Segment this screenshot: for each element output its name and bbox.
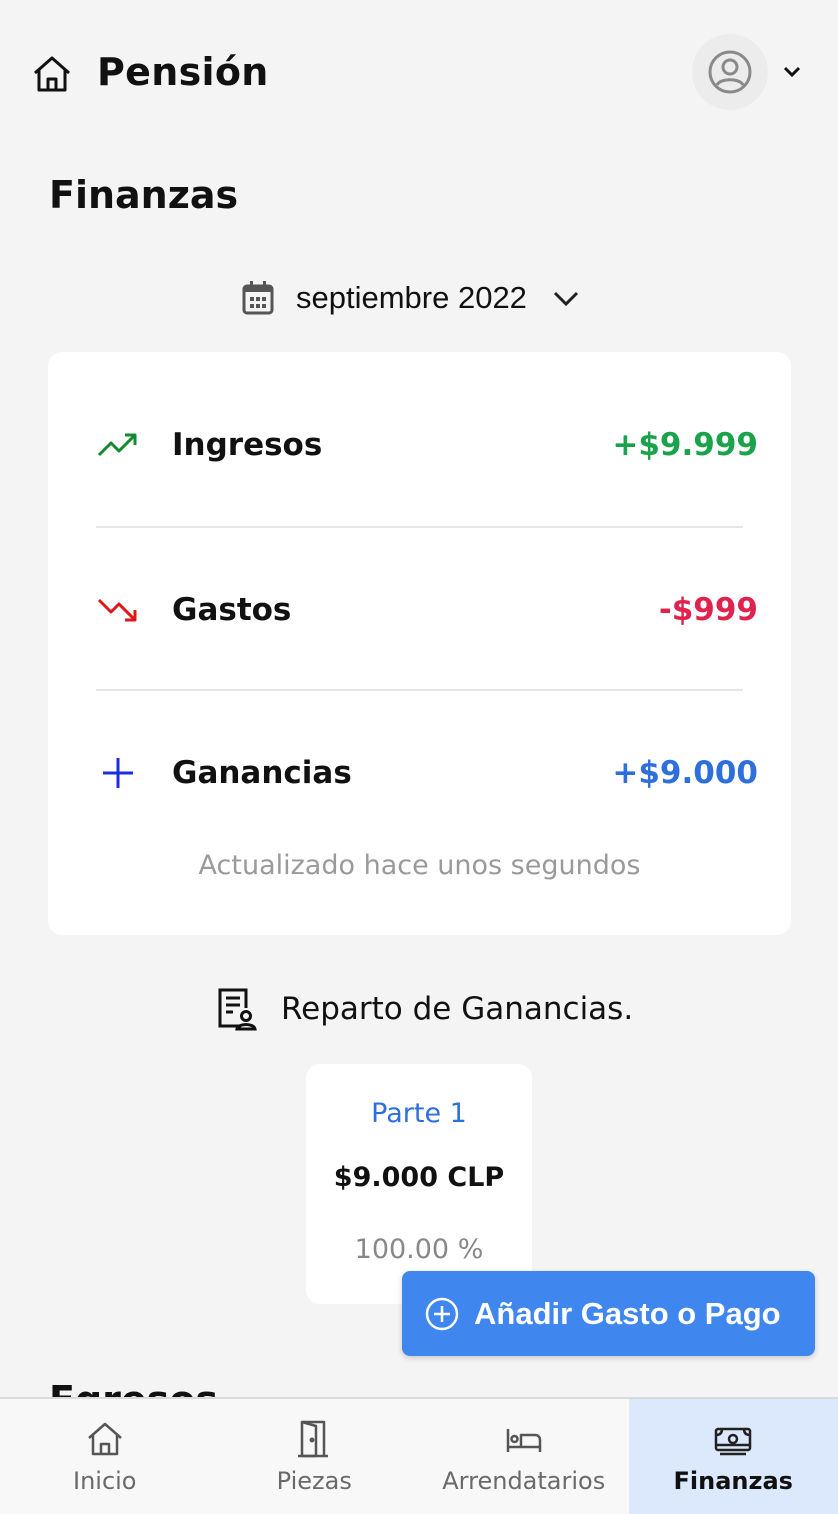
add-expense-button[interactable]: Añadir Gasto o Pago: [402, 1271, 815, 1356]
income-value: +$9.999: [612, 427, 758, 463]
divider: [96, 689, 743, 691]
money-icon: [715, 1427, 752, 1456]
nav-item-finanzas[interactable]: Finanzas: [628, 1399, 838, 1514]
plus-circle-icon: [425, 1297, 459, 1330]
nav-label: Arrendatarios: [442, 1467, 606, 1495]
trending-down-icon: [97, 598, 137, 622]
bed-icon: [506, 1429, 541, 1452]
finances-screen: Pensión Finanzas septiembre 2022 Ingreso…: [0, 0, 838, 1514]
part-amount: $9.000 CLP: [333, 1162, 505, 1193]
reparto-title: Reparto de Ganancias.: [281, 991, 634, 1027]
nav-item-inicio[interactable]: Inicio: [0, 1399, 210, 1514]
nav-item-arrendatarios[interactable]: Arrendatarios: [419, 1399, 629, 1514]
last-updated-text: Actualizado hace unos segundos: [198, 850, 641, 881]
month-label: septiembre 2022: [296, 280, 527, 315]
nav-label: Finanzas: [673, 1467, 793, 1495]
home-icon[interactable]: [30, 52, 74, 96]
app-header: Pensión: [0, 0, 838, 150]
summary-card: Ingresos +$9.999 Gastos -$999 Ganancias …: [48, 352, 791, 935]
home-icon: [87, 1422, 122, 1456]
chevron-down-icon: [553, 291, 578, 307]
summary-label: Ganancias: [172, 755, 352, 791]
reparto-header: Reparto de Ganancias.: [215, 984, 633, 1034]
trending-up-icon: [97, 433, 137, 457]
app-title: Pensión: [97, 50, 269, 94]
chevron-down-icon[interactable]: [778, 58, 806, 86]
page-title: Finanzas: [49, 173, 239, 217]
user-circle-icon: [708, 50, 752, 94]
summary-row-gastos: Gastos -$999: [96, 560, 758, 660]
add-expense-label: Añadir Gasto o Pago: [474, 1295, 781, 1331]
part-name: Parte 1: [371, 1098, 467, 1129]
part-percent: 100.00 %: [354, 1234, 484, 1265]
bottom-nav: Inicio Piezas Arrendatarios Finanzas: [0, 1397, 838, 1514]
profit-value: +$9.000: [612, 755, 758, 791]
nav-label: Inicio: [72, 1467, 137, 1495]
expense-value: -$999: [658, 592, 758, 628]
door-icon: [298, 1420, 329, 1458]
document-user-icon: [218, 988, 257, 1031]
avatar-button[interactable]: [692, 34, 768, 110]
month-picker[interactable]: septiembre 2022: [238, 270, 583, 326]
nav-label: Piezas: [276, 1467, 352, 1495]
part-card[interactable]: Parte 1 $9.000 CLP 100.00 %: [306, 1064, 532, 1304]
summary-label: Ingresos: [172, 427, 323, 463]
summary-row-ingresos: Ingresos +$9.999: [96, 395, 758, 495]
plus-icon: [103, 758, 133, 788]
summary-label: Gastos: [172, 592, 292, 628]
summary-row-ganancias: Ganancias +$9.000: [96, 723, 758, 823]
divider: [96, 526, 743, 528]
calendar-icon: [242, 281, 274, 315]
nav-item-piezas[interactable]: Piezas: [210, 1399, 420, 1514]
